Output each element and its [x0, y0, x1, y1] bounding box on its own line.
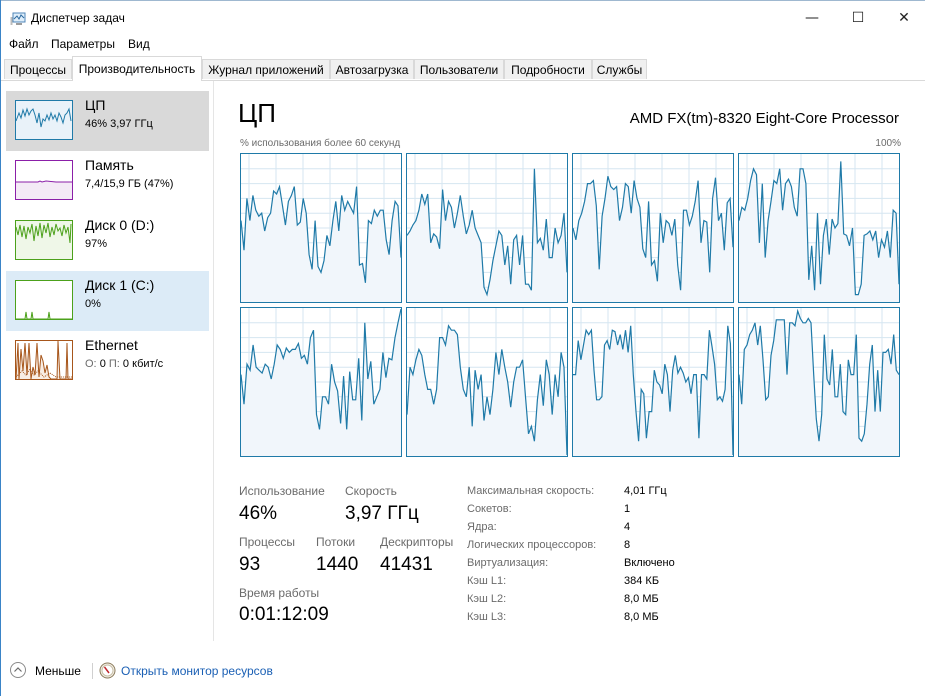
receive-prefix: П: — [108, 358, 120, 370]
tab-app-history[interactable]: Журнал приложений — [202, 59, 330, 79]
threads-label: Потоки — [316, 535, 356, 549]
graph-max-label: 100% — [875, 138, 901, 149]
tab-details[interactable]: Подробности — [504, 59, 592, 79]
info-label: Логических процессоров: — [467, 539, 597, 551]
tab-performance[interactable]: Производительность — [72, 56, 202, 81]
usage-label: Использование — [239, 484, 325, 498]
sidebar-item-ethernet[interactable]: Ethernet О: 0 П: 0 кбит/с — [6, 331, 209, 391]
window-title: Диспетчер задач — [31, 11, 125, 25]
title-bar[interactable]: Диспетчер задач — ☐ ✕ — [1, 1, 925, 35]
sidebar-memory-usage: 7,4/15,9 ГБ (47%) — [85, 178, 174, 190]
info-value: 8,0 МБ — [624, 593, 659, 605]
menu-options[interactable]: Параметры — [51, 37, 115, 51]
close-button[interactable]: ✕ — [881, 3, 925, 33]
sidebar-disk1-usage: 0% — [85, 298, 101, 310]
sidebar-memory-name: Память — [85, 157, 134, 173]
info-label: Кэш L3: — [467, 611, 507, 623]
speed-value: 3,97 ГГц — [345, 503, 419, 524]
page-title: ЦП — [238, 98, 276, 128]
core-graph-0 — [240, 153, 402, 303]
handles-label: Дескрипторы — [380, 535, 454, 549]
core-usage-area — [573, 176, 733, 302]
info-label: Сокетов: — [467, 503, 512, 515]
sidebar-cpu-name: ЦП — [85, 97, 106, 113]
info-label: Максимальная скорость: — [467, 485, 595, 497]
resource-sidebar: ЦП 46% 3,97 ГГц Память 7,4/15,9 ГБ (47%)… — [1, 81, 214, 641]
processes-label: Процессы — [239, 535, 296, 549]
info-value: Включено — [624, 557, 675, 569]
sidebar-item-cpu[interactable]: ЦП 46% 3,97 ГГц — [6, 91, 209, 151]
info-label: Кэш L2: — [467, 593, 507, 605]
core-graph-5 — [406, 307, 568, 457]
sidebar-item-disk1[interactable]: Диск 1 (C:) 0% — [6, 271, 209, 331]
sidebar-disk0-name: Диск 0 (D:) — [85, 217, 155, 233]
task-manager-icon — [10, 12, 26, 25]
tab-users[interactable]: Пользователи — [414, 59, 504, 79]
sidebar-cpu-usage: 46% 3,97 ГГц — [85, 118, 153, 130]
receive-value: 0 кбит/с — [122, 358, 164, 370]
sidebar-item-memory[interactable]: Память 7,4/15,9 ГБ (47%) — [6, 151, 209, 211]
chevron-up-icon[interactable] — [10, 662, 26, 678]
disk1-thumbnail-graph — [15, 280, 73, 320]
open-resource-monitor-link[interactable]: Открыть монитор ресурсов — [121, 664, 273, 678]
info-value: 1 — [624, 503, 631, 515]
speed-label: Скорость — [345, 484, 397, 498]
info-value: 4 — [624, 521, 631, 533]
core-usage-area — [241, 186, 401, 302]
fewer-details-button[interactable]: Меньше — [35, 664, 81, 678]
info-value: 4,01 ГГц — [624, 485, 667, 497]
sidebar-ethernet-throughput: О: 0 П: 0 кбит/с — [85, 358, 163, 370]
info-label: Кэш L1: — [467, 575, 507, 587]
uptime-value: 0:01:12:09 — [239, 604, 329, 625]
core-graph-3 — [738, 153, 900, 303]
info-label: Виртуализация: — [467, 557, 549, 569]
send-prefix: О: — [85, 358, 97, 370]
tab-bar: Процессы Производительность Журнал прило… — [1, 56, 925, 81]
processor-name: AMD FX(tm)-8320 Eight-Core Processor — [629, 110, 899, 127]
resource-monitor-icon[interactable] — [99, 662, 116, 679]
threads-value: 1440 — [316, 554, 359, 575]
menu-view[interactable]: Вид — [128, 37, 150, 51]
disk0-thumbnail-graph — [15, 220, 73, 260]
core-usage-area — [407, 168, 567, 302]
menu-bar: Файл Параметры Вид — [1, 35, 925, 55]
info-value: 8,0 МБ — [624, 611, 659, 623]
core-graph-1 — [406, 153, 568, 303]
maximize-button[interactable]: ☐ — [835, 3, 881, 33]
tab-services[interactable]: Службы — [592, 59, 647, 79]
core-graph-6 — [572, 307, 734, 457]
handles-value: 41431 — [380, 554, 433, 575]
footer-separator — [92, 663, 93, 679]
info-value: 8 — [624, 539, 631, 551]
info-label: Ядра: — [467, 521, 497, 533]
sidebar-disk0-usage: 97% — [85, 238, 108, 250]
uptime-label: Время работы — [239, 586, 320, 600]
graph-axis-caption: % использования более 60 секунд — [240, 138, 401, 149]
sidebar-item-disk0[interactable]: Диск 0 (D:) 97% — [6, 211, 209, 271]
processes-value: 93 — [239, 554, 261, 575]
core-usage-area — [739, 311, 899, 456]
tab-processes[interactable]: Процессы — [4, 59, 72, 79]
minimize-button[interactable]: — — [789, 3, 835, 33]
sidebar-disk1-name: Диск 1 (C:) — [85, 277, 155, 293]
cpu-thumbnail-graph — [15, 100, 73, 140]
tab-startup[interactable]: Автозагрузка — [330, 59, 414, 79]
core-graph-4 — [240, 307, 402, 457]
send-value: 0 — [99, 358, 106, 370]
info-value: 384 КБ — [624, 575, 660, 587]
core-graph-7 — [738, 307, 900, 457]
ethernet-thumbnail-graph — [15, 340, 73, 380]
usage-value: 46% — [239, 503, 278, 524]
memory-thumbnail-graph — [15, 160, 73, 200]
footer: Меньше Открыть монитор ресурсов — [1, 656, 925, 686]
core-graph-2 — [572, 153, 734, 303]
sidebar-ethernet-name: Ethernet — [85, 337, 138, 353]
menu-file[interactable]: Файл — [9, 37, 39, 51]
